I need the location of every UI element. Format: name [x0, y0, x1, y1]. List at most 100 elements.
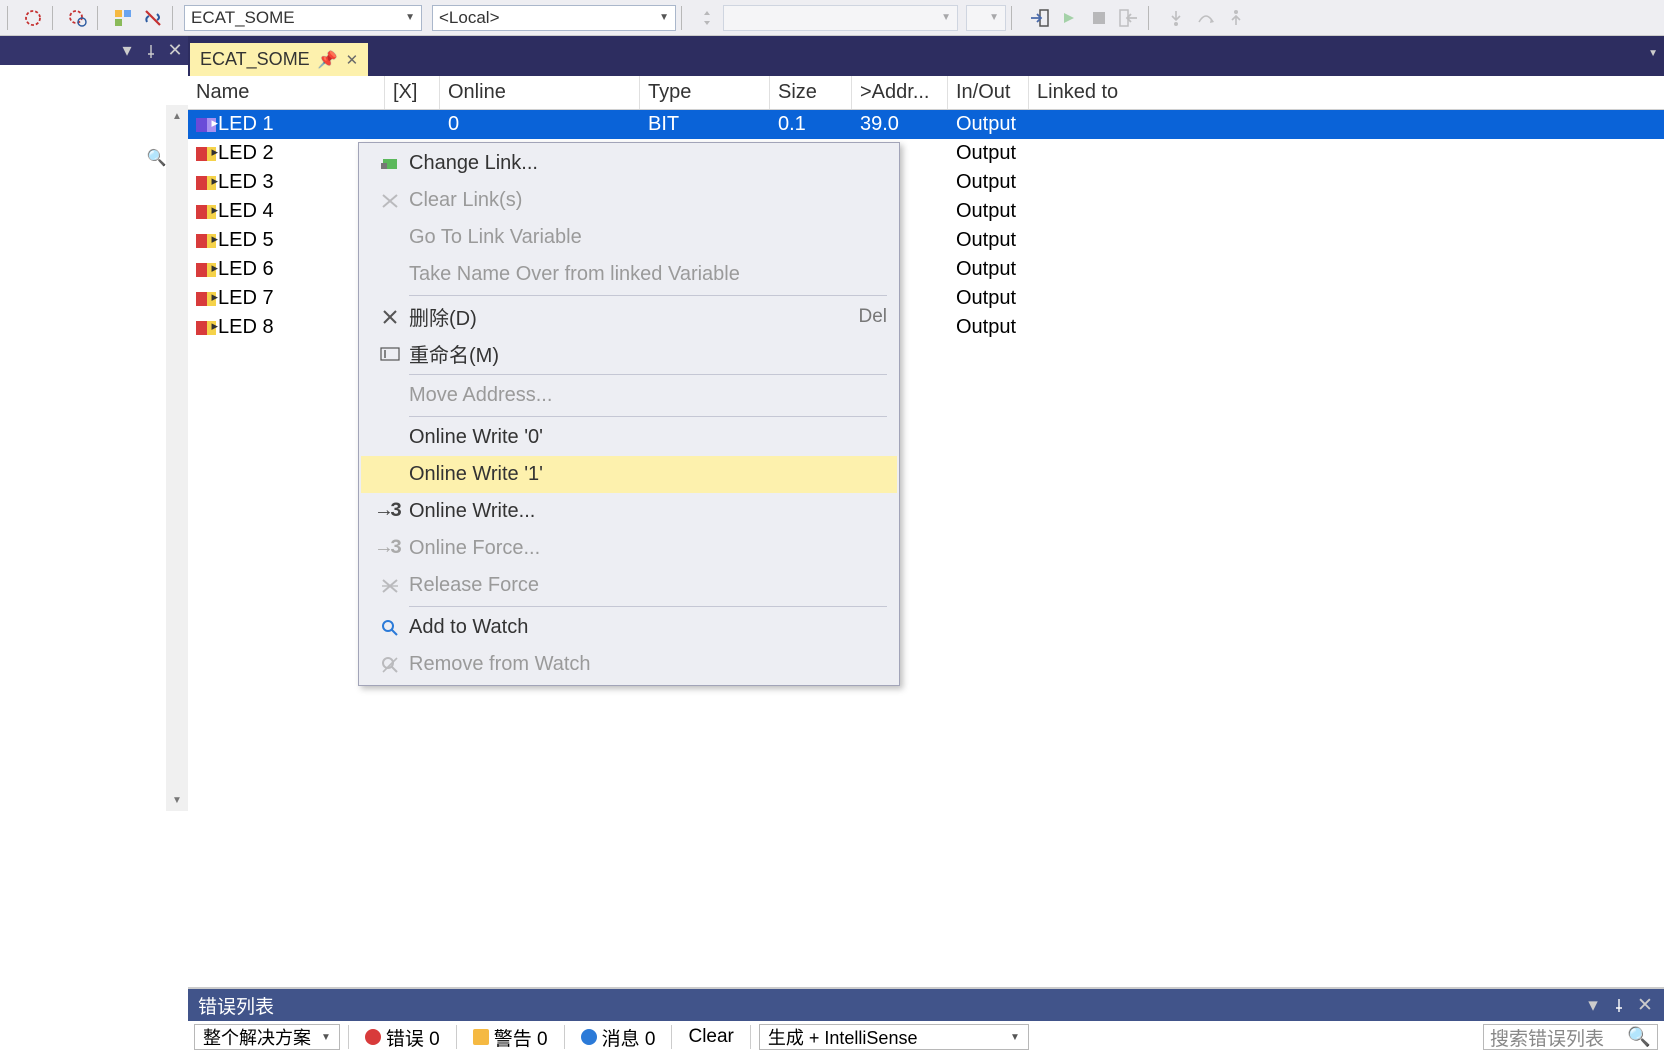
header-size[interactable]: Size [770, 76, 852, 109]
stop-icon[interactable] [1085, 4, 1113, 32]
chevron-down-icon: ▼ [1010, 1032, 1020, 1043]
column-headers: Name [X] Online Type Size >Addr... In/Ou… [188, 76, 1664, 110]
header-type[interactable]: Type [640, 76, 770, 109]
var-inout: Output [948, 142, 1029, 165]
clear-button[interactable]: Clear [680, 1024, 741, 1050]
close-icon[interactable]: ✕ [1636, 996, 1654, 1014]
stepper-icon[interactable] [693, 4, 721, 32]
step-into-icon[interactable] [1162, 4, 1190, 32]
menu-item[interactable]: Online Write '1' [361, 456, 897, 493]
var-name: LED 1 [218, 113, 274, 136]
reload-icon[interactable] [19, 4, 47, 32]
devices-icon[interactable] [109, 4, 137, 32]
menu-item: Release Force [361, 567, 897, 604]
separator [7, 6, 14, 30]
close-icon[interactable]: ✕ [166, 42, 184, 60]
search-input-row[interactable]: 🔍 ▾ [0, 140, 188, 176]
menu-item[interactable]: 重命名(M) [361, 335, 897, 372]
scroll-track[interactable] [166, 127, 188, 789]
target-select-value: <Local> [439, 8, 500, 28]
project-select[interactable]: ECAT_SOME ▼ [184, 5, 422, 31]
scroll-up-icon[interactable]: ▲ [166, 105, 188, 127]
project-select-value: ECAT_SOME [191, 8, 295, 28]
target-select[interactable]: <Local> ▼ [432, 5, 676, 31]
menu-label: Online Force... [409, 537, 887, 560]
top-toolbar: ECAT_SOME ▼ <Local> ▼ ▼ ▼ [0, 0, 1664, 36]
search-icon: 🔍 [1627, 1025, 1651, 1049]
empty-select-2[interactable]: ▼ [966, 5, 1006, 31]
var-inout: Output [948, 258, 1029, 281]
menu-separator [409, 295, 887, 296]
variable-row[interactable]: LED 10BIT0.139.0Output [188, 110, 1664, 139]
clear-link-icon [371, 193, 409, 209]
scroll-down-icon[interactable]: ▼ [166, 789, 188, 811]
messages-filter[interactable]: 消息 0 [573, 1024, 664, 1050]
scope-dropdown[interactable]: 整个解决方案 ▼ [194, 1024, 340, 1050]
var-name: LED 5 [218, 229, 274, 252]
rename-icon [371, 347, 409, 361]
variable-icon [196, 292, 216, 306]
step-out-icon[interactable] [1222, 4, 1250, 32]
header-x[interactable]: [X] [385, 76, 440, 109]
var-name: LED 7 [218, 287, 274, 310]
chevron-down-icon[interactable]: ▾ [1584, 996, 1602, 1014]
login-icon[interactable] [1025, 4, 1053, 32]
menu-label: Change Link... [409, 152, 887, 175]
pin-icon[interactable]: 📌 [318, 50, 338, 70]
header-name[interactable]: Name [188, 76, 385, 109]
warnings-filter[interactable]: 警告 0 [465, 1024, 556, 1050]
scope-value: 整个解决方案 [203, 1024, 311, 1050]
var-online: 0 [440, 113, 640, 136]
separator [1148, 6, 1155, 30]
menu-label: Release Force [409, 574, 887, 597]
reload-magnify-icon[interactable] [64, 4, 92, 32]
menu-label: 重命名(M) [409, 339, 887, 368]
menu-item[interactable]: Add to Watch [361, 609, 897, 646]
close-icon[interactable]: ✕ [346, 51, 359, 69]
empty-select-1[interactable]: ▼ [723, 5, 958, 31]
info-icon [581, 1029, 597, 1045]
menu-item[interactable]: →3Online Write... [361, 493, 897, 530]
run-icon[interactable] [1055, 4, 1083, 32]
menu-item[interactable]: Online Write '0' [361, 419, 897, 456]
error-list-titlebar: 错误列表 ▾ ✕ [188, 989, 1664, 1021]
menu-item: Remove from Watch [361, 646, 897, 683]
menu-item[interactable]: 删除(D)Del [361, 298, 897, 335]
build-filter-dropdown[interactable]: 生成 + IntelliSense ▼ [759, 1024, 1029, 1050]
scrollbar[interactable]: ▲ ▼ [166, 105, 188, 811]
pin-icon[interactable] [142, 42, 160, 60]
error-toolbar: 整个解决方案 ▼ 错误 0 警告 0 消息 0 Clear 生成 + Intel… [188, 1021, 1664, 1053]
context-menu: Change Link... Clear Link(s)Go To Link Va… [358, 142, 900, 686]
tab-ecat-some[interactable]: ECAT_SOME 📌 ✕ [190, 43, 368, 76]
tab-overflow-icon[interactable]: ▼ [1648, 48, 1658, 59]
step-over-icon[interactable] [1192, 4, 1220, 32]
var-size: 0.1 [770, 113, 852, 136]
header-linked[interactable]: Linked to [1029, 76, 1664, 109]
link-icon [371, 157, 409, 171]
header-online[interactable]: Online [440, 76, 640, 109]
menu-label: Online Write... [409, 500, 887, 523]
chevron-down-icon: ▼ [399, 12, 415, 23]
var-name: LED 3 [218, 171, 274, 194]
panel-body: 🔍 ▾ ▲ ▼ [0, 65, 188, 811]
header-addr[interactable]: >Addr... [852, 76, 948, 109]
variable-icon [196, 176, 216, 190]
write-icon: →3 [371, 500, 409, 523]
variable-icon [196, 234, 216, 248]
var-name: LED 8 [218, 316, 274, 339]
menu-item: Clear Link(s) [361, 182, 897, 219]
chevron-down-icon[interactable]: ▾ [118, 42, 136, 60]
menu-item[interactable]: Change Link... [361, 145, 897, 182]
menu-item: Go To Link Variable [361, 219, 897, 256]
header-inout[interactable]: In/Out [948, 76, 1029, 109]
messages-label: 消息 0 [602, 1024, 656, 1051]
menu-separator [409, 416, 887, 417]
unlink-icon[interactable] [139, 4, 167, 32]
logout-icon[interactable] [1115, 4, 1143, 32]
remove-watch-icon [371, 656, 409, 674]
chevron-down-icon: ▼ [983, 12, 999, 23]
error-search-input[interactable]: 搜索错误列表 🔍 [1483, 1024, 1658, 1050]
var-inout: Output [948, 229, 1029, 252]
errors-filter[interactable]: 错误 0 [357, 1024, 448, 1050]
pin-icon[interactable] [1610, 996, 1628, 1014]
